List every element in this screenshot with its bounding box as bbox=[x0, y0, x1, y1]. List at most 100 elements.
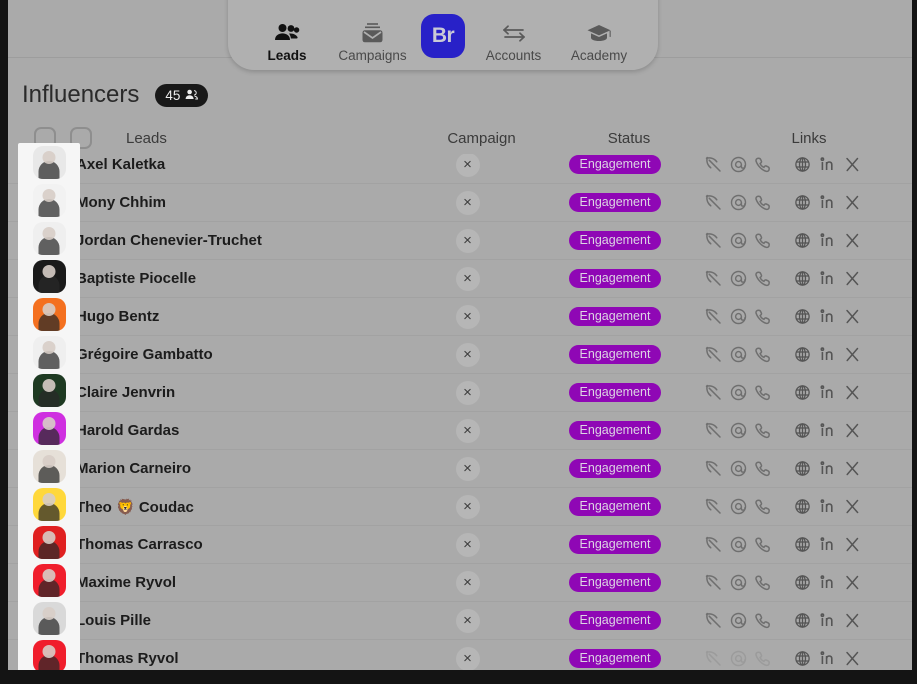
lead-name[interactable]: Maxime Ryvol bbox=[70, 574, 400, 591]
globe-icon[interactable] bbox=[790, 496, 815, 518]
email-at-icon[interactable] bbox=[726, 230, 751, 252]
linkedin-icon[interactable] bbox=[815, 192, 840, 214]
linkedin-icon[interactable] bbox=[815, 534, 840, 556]
phone-icon[interactable] bbox=[751, 496, 776, 518]
twitter-x-icon[interactable] bbox=[840, 154, 865, 176]
pickaxe-icon[interactable] bbox=[701, 344, 726, 366]
pickaxe-icon[interactable] bbox=[701, 496, 726, 518]
brand-logo-button[interactable]: Br bbox=[421, 14, 465, 58]
remove-campaign-button[interactable]: × bbox=[455, 418, 480, 443]
table-row[interactable]: Harold Gardas × Engagement bbox=[8, 412, 912, 450]
globe-icon[interactable] bbox=[790, 344, 815, 366]
lead-name[interactable]: Thomas Carrasco bbox=[70, 536, 400, 553]
table-row[interactable]: Marion Carneiro × Engagement bbox=[8, 450, 912, 488]
pickaxe-icon[interactable] bbox=[701, 648, 726, 670]
pickaxe-icon[interactable] bbox=[701, 610, 726, 632]
linkedin-icon[interactable] bbox=[815, 496, 840, 518]
table-row[interactable]: Claire Jenvrin × Engagement bbox=[8, 374, 912, 412]
globe-icon[interactable] bbox=[790, 648, 815, 670]
linkedin-icon[interactable] bbox=[815, 420, 840, 442]
lead-name[interactable]: Thomas Ryvol bbox=[70, 650, 400, 667]
globe-icon[interactable] bbox=[790, 610, 815, 632]
email-at-icon[interactable] bbox=[726, 192, 751, 214]
lead-name[interactable]: Louis Pille bbox=[70, 612, 400, 629]
status-badge[interactable]: Engagement bbox=[568, 269, 662, 288]
phone-icon[interactable] bbox=[751, 420, 776, 442]
globe-icon[interactable] bbox=[790, 306, 815, 328]
email-at-icon[interactable] bbox=[726, 572, 751, 594]
globe-icon[interactable] bbox=[790, 534, 815, 556]
email-at-icon[interactable] bbox=[726, 610, 751, 632]
status-badge[interactable]: Engagement bbox=[568, 535, 662, 554]
remove-campaign-button[interactable]: × bbox=[455, 456, 480, 481]
twitter-x-icon[interactable] bbox=[840, 192, 865, 214]
pickaxe-icon[interactable] bbox=[701, 230, 726, 252]
twitter-x-icon[interactable] bbox=[840, 534, 865, 556]
linkedin-icon[interactable] bbox=[815, 572, 840, 594]
pickaxe-icon[interactable] bbox=[701, 572, 726, 594]
phone-icon[interactable] bbox=[751, 344, 776, 366]
email-at-icon[interactable] bbox=[726, 154, 751, 176]
lead-name[interactable]: Baptiste Piocelle bbox=[70, 270, 400, 287]
email-at-icon[interactable] bbox=[726, 648, 751, 670]
nav-item-academy[interactable]: Academy bbox=[562, 20, 636, 63]
phone-icon[interactable] bbox=[751, 230, 776, 252]
linkedin-icon[interactable] bbox=[815, 268, 840, 290]
remove-campaign-button[interactable]: × bbox=[455, 608, 480, 633]
email-at-icon[interactable] bbox=[726, 534, 751, 556]
twitter-x-icon[interactable] bbox=[840, 306, 865, 328]
pickaxe-icon[interactable] bbox=[701, 534, 726, 556]
remove-campaign-button[interactable]: × bbox=[455, 152, 480, 177]
column-header-links[interactable]: Links bbox=[709, 130, 909, 147]
table-row[interactable]: Baptiste Piocelle × Engagement bbox=[8, 260, 912, 298]
table-row[interactable]: Thomas Ryvol × Engagement bbox=[8, 640, 912, 670]
email-at-icon[interactable] bbox=[726, 268, 751, 290]
status-badge[interactable]: Engagement bbox=[568, 193, 662, 212]
twitter-x-icon[interactable] bbox=[840, 648, 865, 670]
globe-icon[interactable] bbox=[790, 192, 815, 214]
linkedin-icon[interactable] bbox=[815, 610, 840, 632]
status-badge[interactable]: Engagement bbox=[568, 497, 662, 516]
nav-item-leads[interactable]: Leads bbox=[250, 20, 324, 63]
globe-icon[interactable] bbox=[790, 154, 815, 176]
remove-campaign-button[interactable]: × bbox=[455, 380, 480, 405]
phone-icon[interactable] bbox=[751, 458, 776, 480]
status-badge[interactable]: Engagement bbox=[568, 649, 662, 668]
twitter-x-icon[interactable] bbox=[840, 458, 865, 480]
lead-name[interactable]: Jordan Chenevier-Truchet bbox=[70, 232, 400, 249]
linkedin-icon[interactable] bbox=[815, 306, 840, 328]
remove-campaign-button[interactable]: × bbox=[455, 494, 480, 519]
twitter-x-icon[interactable] bbox=[840, 496, 865, 518]
linkedin-icon[interactable] bbox=[815, 154, 840, 176]
phone-icon[interactable] bbox=[751, 610, 776, 632]
remove-campaign-button[interactable]: × bbox=[455, 190, 480, 215]
twitter-x-icon[interactable] bbox=[840, 610, 865, 632]
status-badge[interactable]: Engagement bbox=[568, 383, 662, 402]
pickaxe-icon[interactable] bbox=[701, 268, 726, 290]
table-row[interactable]: Maxime Ryvol × Engagement bbox=[8, 564, 912, 602]
table-row[interactable]: Theo 🦁 Coudac × Engagement bbox=[8, 488, 912, 526]
email-at-icon[interactable] bbox=[726, 344, 751, 366]
twitter-x-icon[interactable] bbox=[840, 420, 865, 442]
table-row[interactable]: Mony Chhim × Engagement bbox=[8, 184, 912, 222]
pickaxe-icon[interactable] bbox=[701, 420, 726, 442]
remove-campaign-button[interactable]: × bbox=[455, 532, 480, 557]
lead-name[interactable]: Mony Chhim bbox=[70, 194, 400, 211]
pickaxe-icon[interactable] bbox=[701, 306, 726, 328]
phone-icon[interactable] bbox=[751, 268, 776, 290]
status-badge[interactable]: Engagement bbox=[568, 307, 662, 326]
column-header-campaign[interactable]: Campaign bbox=[414, 130, 549, 147]
linkedin-icon[interactable] bbox=[815, 382, 840, 404]
phone-icon[interactable] bbox=[751, 648, 776, 670]
remove-campaign-button[interactable]: × bbox=[455, 304, 480, 329]
linkedin-icon[interactable] bbox=[815, 230, 840, 252]
table-row[interactable]: Grégoire Gambatto × Engagement bbox=[8, 336, 912, 374]
lead-name[interactable]: Hugo Bentz bbox=[70, 308, 400, 325]
twitter-x-icon[interactable] bbox=[840, 572, 865, 594]
globe-icon[interactable] bbox=[790, 268, 815, 290]
lead-name[interactable]: Axel Kaletka bbox=[70, 156, 400, 173]
twitter-x-icon[interactable] bbox=[840, 230, 865, 252]
lead-name[interactable]: Theo 🦁 Coudac bbox=[70, 498, 400, 516]
email-at-icon[interactable] bbox=[726, 382, 751, 404]
status-badge[interactable]: Engagement bbox=[568, 573, 662, 592]
